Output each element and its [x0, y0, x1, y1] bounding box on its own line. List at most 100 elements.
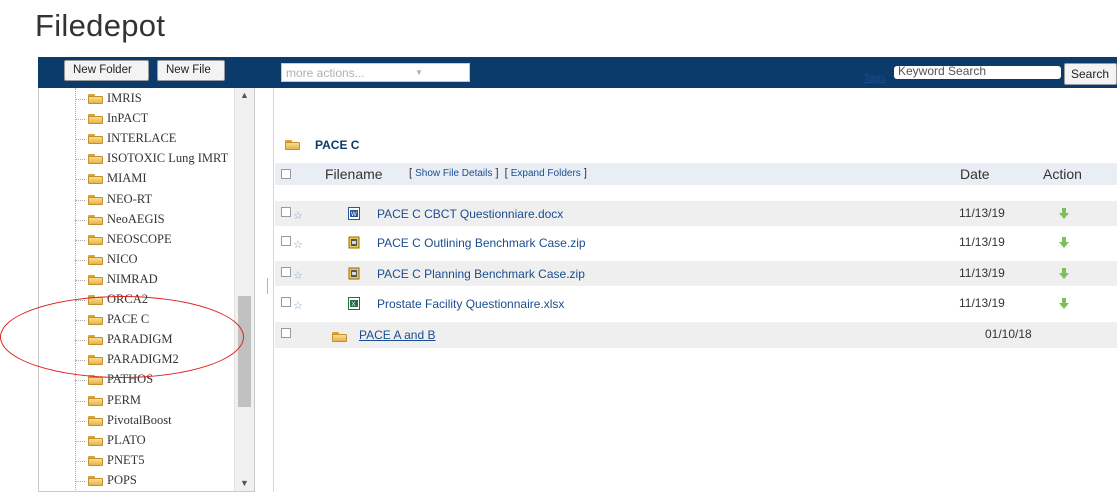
zip-file-icon [348, 267, 360, 280]
tags-link[interactable]: Tags [864, 73, 885, 84]
tree-connector [75, 480, 85, 482]
zip-file-icon [348, 236, 360, 249]
tree-item-label: NEO-RT [107, 191, 153, 206]
folder-icon [88, 455, 103, 466]
select-all-checkbox[interactable] [281, 169, 291, 179]
svg-text:W: W [351, 212, 357, 218]
search-button[interactable]: Search [1064, 63, 1117, 85]
favorite-star-icon[interactable]: ☆ [293, 238, 303, 251]
scroll-up-icon[interactable]: ▲ [240, 90, 249, 100]
tree-connector [75, 99, 85, 100]
favorite-star-icon[interactable]: ☆ [293, 269, 303, 282]
tree-connector [75, 119, 85, 121]
folder-icon [88, 134, 103, 145]
show-file-details-link[interactable]: Show File Details [415, 168, 492, 179]
subfolder-row[interactable]: PACE A and B 01/10/18 [275, 322, 1117, 348]
row-checkbox[interactable] [281, 207, 291, 217]
subfolder-name[interactable]: PACE A and B [359, 328, 436, 342]
folder-icon [332, 332, 347, 342]
tree-connector [75, 199, 85, 201]
row-checkbox[interactable] [281, 297, 291, 307]
file-list-header: Filename [ Show File Details ] [ Expand … [275, 163, 1117, 185]
file-row[interactable]: ☆ X Prostate Facility Questionnaire.xlsx 11… [275, 291, 1117, 316]
download-icon[interactable] [1058, 236, 1070, 248]
splitter-grip[interactable] [267, 278, 268, 294]
folder-tree: IMRIS InPACT INTERLACE ISOTOXIC Lung IMRT MI… [38, 88, 255, 492]
tree-item-label: PivotalBoost [107, 412, 172, 427]
tree-item-label: InPACT [107, 111, 149, 126]
page-title: Filedepot [35, 8, 166, 43]
filename-column-header[interactable]: Filename [325, 166, 383, 182]
chevron-down-icon: ▼ [415, 68, 423, 77]
tree-item-label: NICO [107, 251, 138, 266]
current-folder-name: PACE C [315, 138, 360, 152]
folder-icon [88, 475, 103, 486]
header-links: [ Show File Details ] [ Expand Folders ] [409, 167, 587, 179]
tree-scrollbar[interactable]: ▲ ▼ [234, 88, 254, 491]
download-icon[interactable] [1058, 207, 1070, 219]
date-column-header[interactable]: Date [960, 166, 990, 182]
tree-connector-line [75, 88, 76, 491]
keyword-search-input[interactable]: Keyword Search [894, 66, 1061, 79]
more-actions-select[interactable]: more actions... ▼ [281, 63, 470, 82]
folder-icon [88, 174, 103, 185]
folder-icon [285, 140, 300, 150]
tree-connector [75, 400, 85, 402]
file-name-link[interactable]: PACE C CBCT Questionniare.docx [377, 207, 563, 221]
folder-icon [88, 114, 103, 125]
tree-item-label: IMRIS [107, 91, 142, 105]
tree-connector [75, 139, 85, 141]
tree-connector [75, 279, 85, 281]
pane-splitter[interactable] [260, 88, 274, 492]
download-icon[interactable] [1058, 267, 1070, 279]
favorite-star-icon[interactable]: ☆ [293, 299, 303, 312]
row-checkbox[interactable] [281, 328, 291, 338]
favorite-star-icon[interactable]: ☆ [293, 209, 303, 222]
tree-connector [75, 159, 85, 161]
folder-icon [88, 415, 103, 426]
folder-icon [88, 214, 103, 225]
folder-icon [88, 94, 103, 104]
file-name-link[interactable]: Prostate Facility Questionnaire.xlsx [377, 297, 564, 311]
tree-item-label: POPS [107, 472, 137, 487]
tree-connector [75, 259, 85, 261]
tree-item-label: PNET5 [107, 452, 145, 467]
tree-connector [75, 380, 85, 382]
download-icon[interactable] [1058, 297, 1070, 309]
tree-item-label: PERM [107, 392, 142, 407]
word-file-icon: W [348, 207, 360, 220]
expand-folders-link[interactable]: Expand Folders [511, 168, 581, 179]
more-actions-label: more actions... [286, 66, 365, 80]
folder-icon [88, 154, 103, 165]
file-name-link[interactable]: PACE C Outlining Benchmark Case.zip [377, 236, 586, 250]
tree-item-label: INTERLACE [107, 131, 177, 146]
file-date: 11/13/19 [959, 266, 1005, 280]
file-row[interactable]: ☆ PACE C Outlining Benchmark Case.zip 11/1… [275, 230, 1117, 255]
tree-connector [75, 460, 85, 462]
tree-connector [75, 440, 85, 442]
row-checkbox[interactable] [281, 236, 291, 246]
red-highlight-annotation [0, 296, 244, 378]
tree-item-label: PLATO [107, 432, 146, 447]
new-file-button[interactable]: New File [157, 60, 225, 81]
file-row[interactable]: ☆ PACE C Planning Benchmark Case.zip 11/13… [275, 261, 1117, 286]
file-name-link[interactable]: PACE C Planning Benchmark Case.zip [377, 267, 585, 281]
tree-item-label: NEOSCOPE [107, 231, 172, 246]
folder-icon [88, 395, 103, 406]
action-column-header: Action [1043, 166, 1082, 182]
tree-connector [75, 219, 85, 221]
new-folder-button[interactable]: New Folder [64, 60, 149, 81]
file-date: 11/13/19 [959, 296, 1005, 310]
file-row[interactable]: ☆ W PACE C CBCT Questionniare.docx 11/13/19 [275, 201, 1117, 226]
subfolder-date: 01/10/18 [985, 327, 1032, 341]
tree-item-label: MIAMI [107, 171, 147, 186]
tree-connector [75, 179, 85, 181]
folder-icon [88, 254, 103, 265]
row-checkbox[interactable] [281, 267, 291, 277]
tree-scrollbar-thumb[interactable] [238, 296, 251, 407]
folder-icon [88, 234, 103, 245]
toolbar: New Folder New File more actions... ▼ Ta… [38, 57, 1117, 88]
file-date: 11/13/19 [959, 235, 1005, 249]
scroll-down-icon[interactable]: ▼ [240, 478, 249, 488]
file-date: 11/13/19 [959, 206, 1005, 220]
